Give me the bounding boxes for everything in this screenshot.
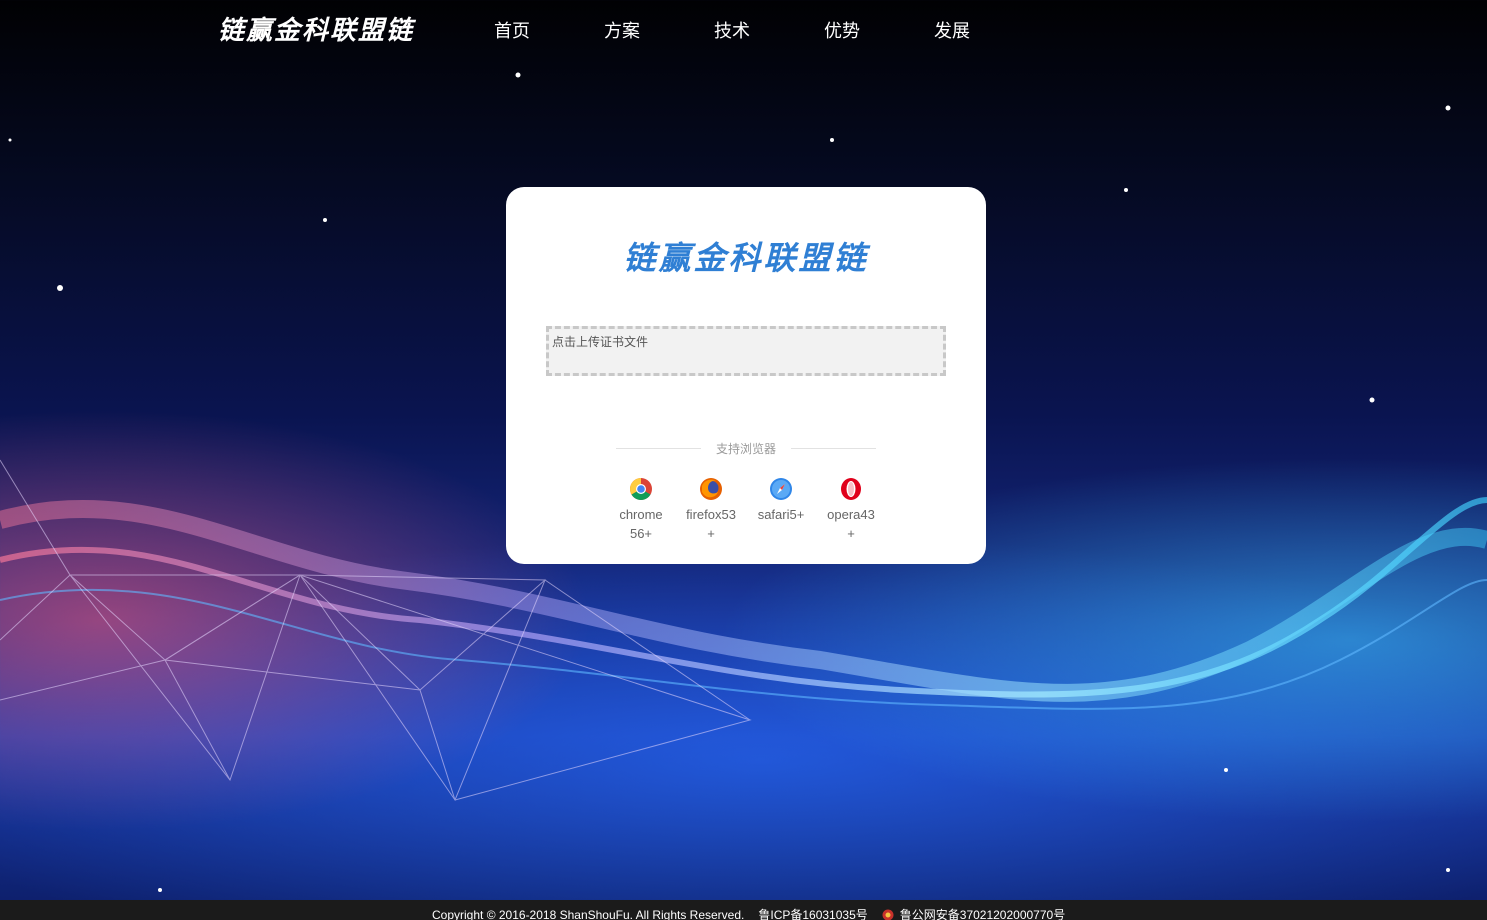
- nav-item-home[interactable]: 首页: [494, 17, 604, 43]
- site-logo[interactable]: 链赢金科联盟链: [218, 10, 414, 47]
- nav-item-solution[interactable]: 方案: [604, 17, 714, 43]
- nav-item-development[interactable]: 发展: [934, 17, 1044, 43]
- browser-firefox[interactable]: firefox53 +: [676, 477, 746, 543]
- browser-chrome[interactable]: chrome 56+: [606, 477, 676, 543]
- copyright-text: Copyright © 2016-2018 ShanShouFu. All Ri…: [432, 907, 745, 920]
- firefox-icon: [700, 478, 722, 500]
- certificate-upload-dropzone[interactable]: 点击上传证书文件: [546, 326, 946, 376]
- browser-opera[interactable]: opera43 +: [816, 477, 886, 543]
- page-footer: Copyright © 2016-2018 ShanShouFu. All Ri…: [0, 900, 1487, 920]
- main-nav: 首页 方案 技术 优势 发展: [494, 17, 1044, 43]
- browser-label: chrome 56+: [619, 507, 663, 541]
- nav-item-advantages[interactable]: 优势: [824, 17, 934, 43]
- safari-icon: [770, 478, 792, 500]
- chrome-icon: [630, 478, 652, 500]
- login-card: 链赢金科联盟链 点击上传证书文件 支持浏览器 chrome 56+ firefo…: [506, 187, 986, 564]
- police-record-link[interactable]: 鲁公网安备37021202000770号: [900, 906, 1065, 920]
- browser-safari[interactable]: safari5+: [746, 477, 816, 543]
- nav-item-technology[interactable]: 技术: [714, 17, 824, 43]
- top-navigation-bar: 链赢金科联盟链 首页 方案 技术 优势 发展: [0, 0, 1487, 60]
- divider-line-right: [791, 448, 876, 449]
- footer-content: Copyright © 2016-2018 ShanShouFu. All Ri…: [432, 906, 1079, 920]
- browser-label: opera43 +: [827, 507, 875, 541]
- browser-label: safari5+: [757, 507, 805, 522]
- upload-prompt: 点击上传证书文件: [552, 335, 649, 349]
- icp-link[interactable]: 鲁ICP备16031035号: [758, 906, 867, 920]
- browser-list: chrome 56+ firefox53 + safari5+ opera43 …: [606, 477, 886, 543]
- browser-label: firefox53 +: [686, 507, 736, 541]
- police-badge-icon: [882, 909, 894, 920]
- supported-browsers-divider: 支持浏览器: [616, 440, 876, 456]
- card-title: 链赢金科联盟链: [623, 239, 869, 277]
- opera-icon: [841, 478, 861, 500]
